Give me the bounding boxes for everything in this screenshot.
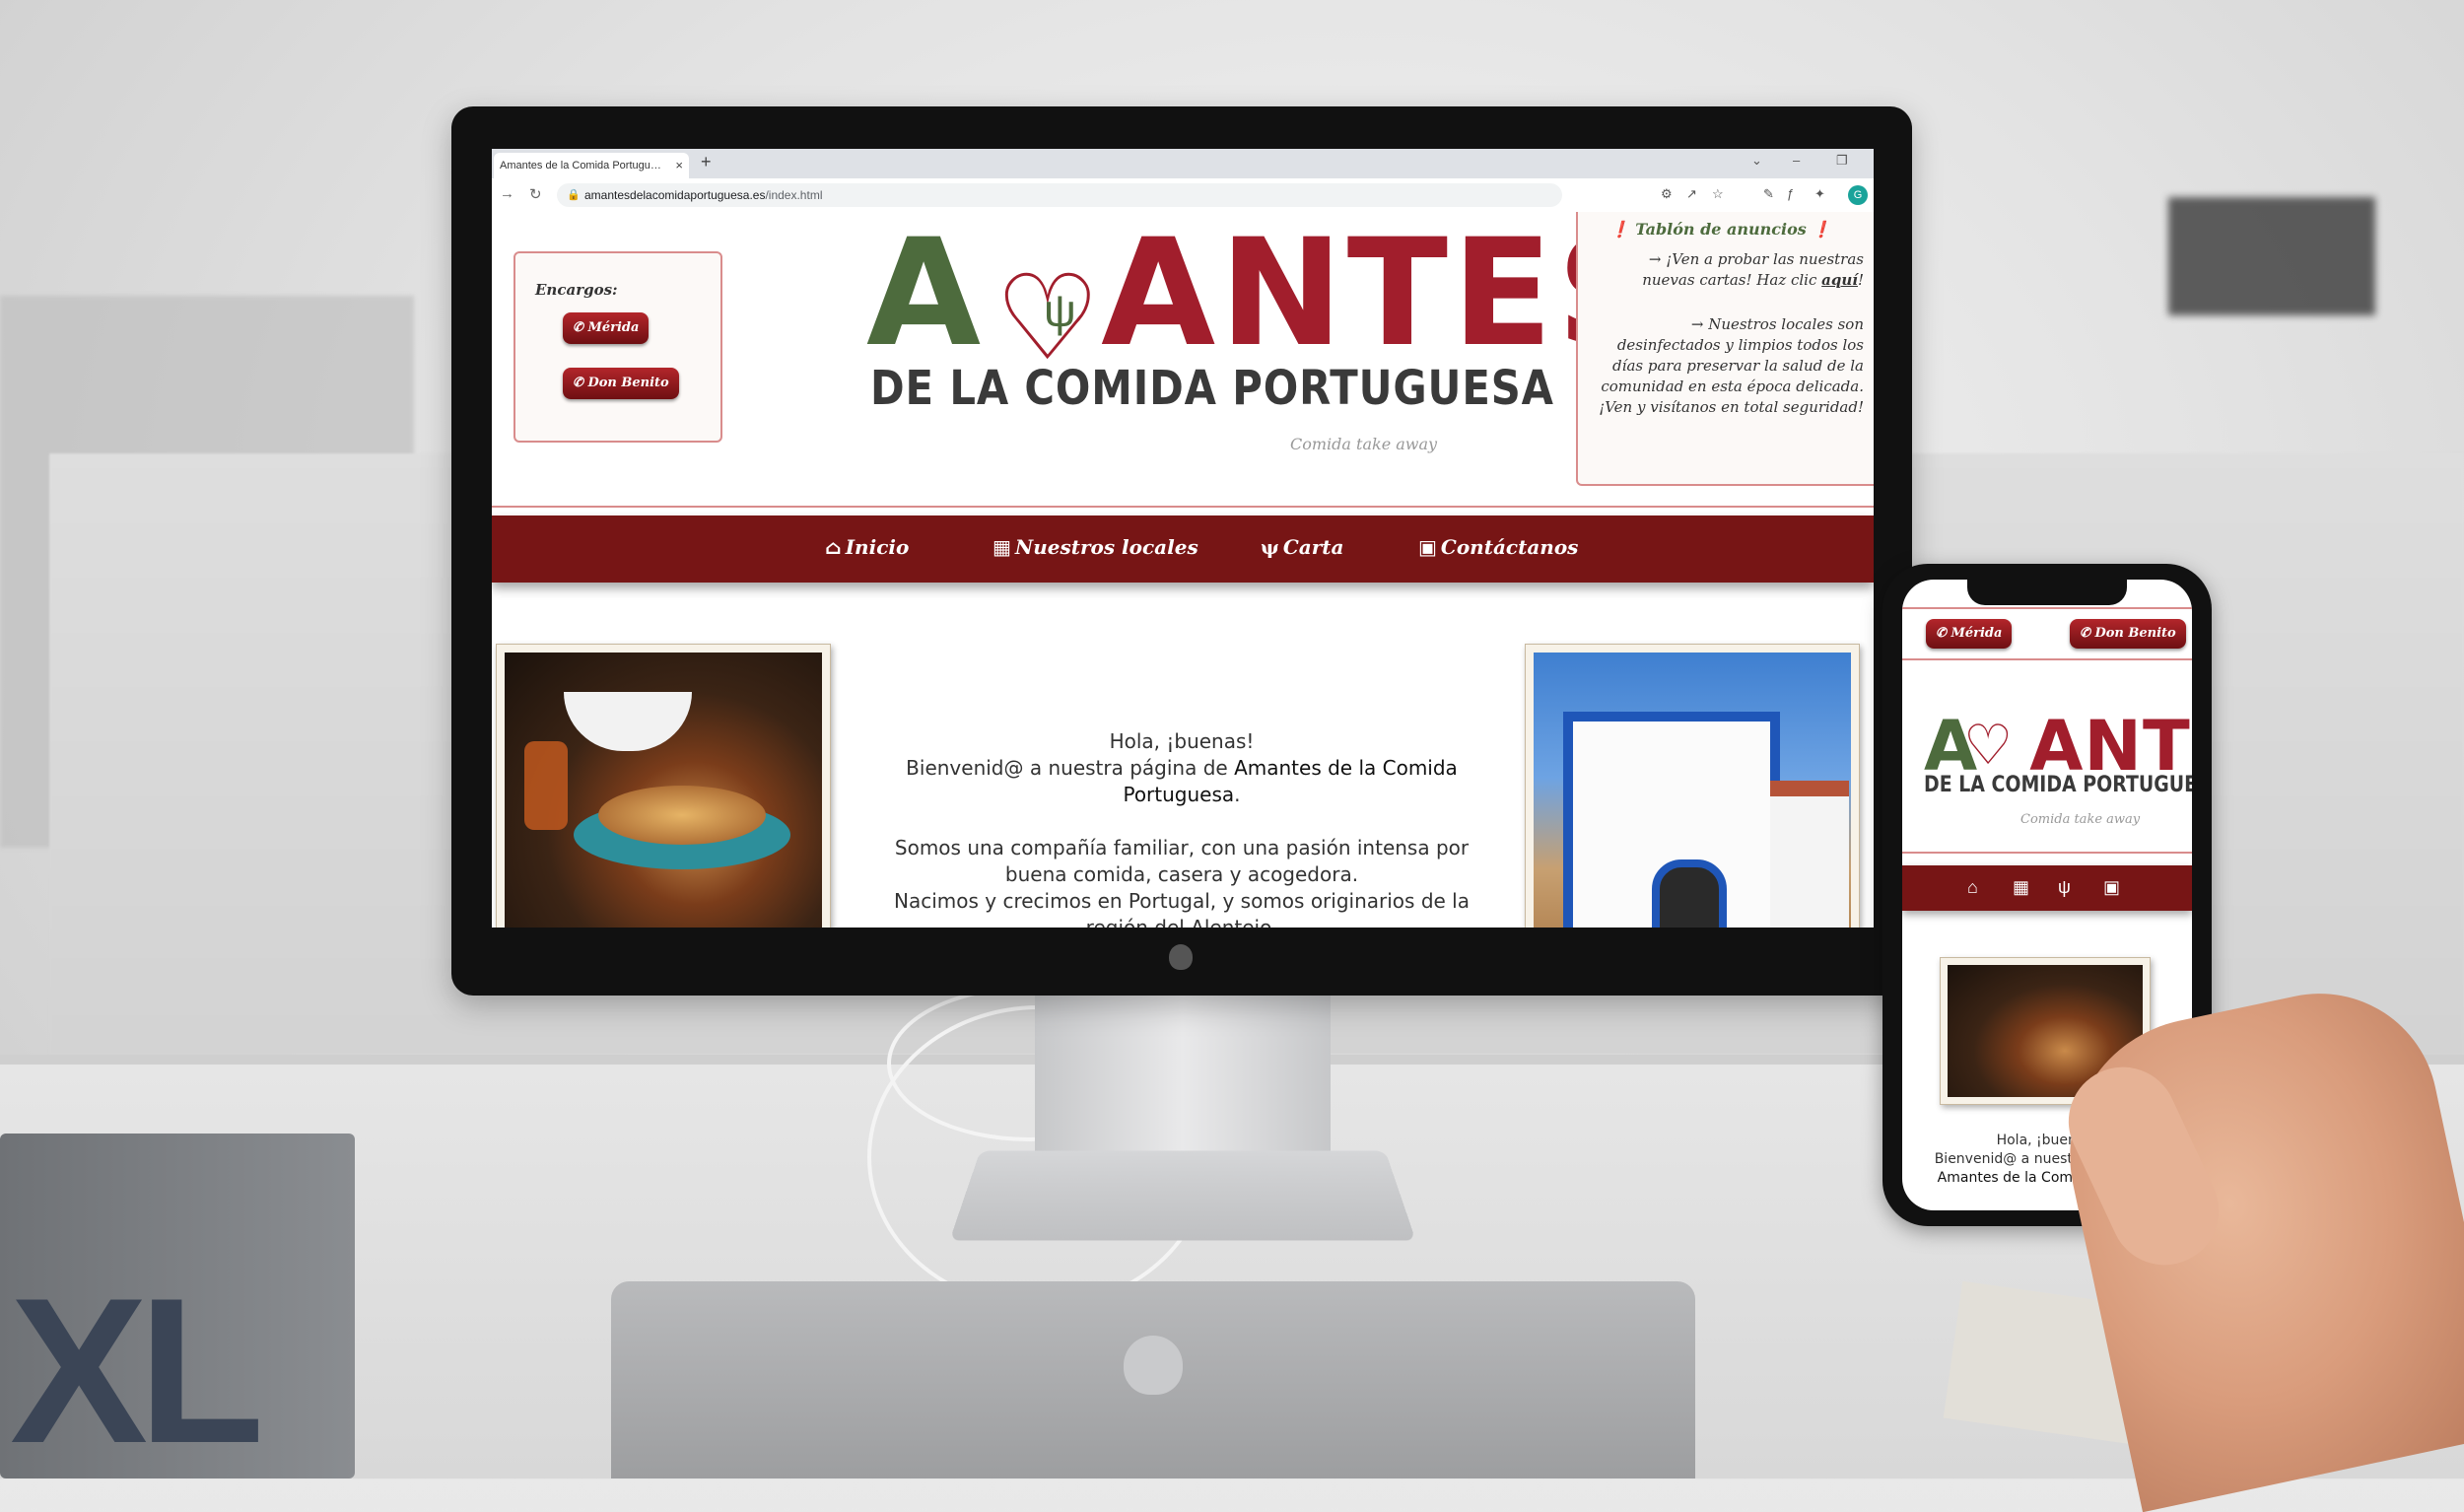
extensions-icon[interactable]: ✦	[1814, 186, 1825, 202]
home-icon[interactable]: ⌂	[1967, 877, 1978, 898]
utensils-icon: ψ	[1261, 535, 1279, 559]
phone-call-don-benito-button[interactable]: ✆ Don Benito	[2070, 619, 2186, 649]
background-monitor	[2168, 197, 2375, 315]
store-icon: ▦	[992, 535, 1011, 559]
welcome-paragraph: Nacimos y crecimos en Portugal, y somos …	[886, 888, 1477, 928]
button-label: Mérida	[587, 320, 639, 335]
fork-icon: ψ	[1044, 284, 1076, 337]
logo-subtitle: DE LA COMIDA PORTUGUESA	[870, 361, 1554, 416]
notice-board-title: ❗ Tablón de anuncios ❗	[1578, 220, 1864, 239]
logo-title: A ANTES	[866, 220, 1668, 368]
nav-inicio[interactable]: ⌂ Inicio	[825, 535, 909, 559]
bookmark-star-icon[interactable]: ☆	[1712, 186, 1724, 202]
font-icon[interactable]: ƒ	[1787, 186, 1794, 201]
lock-icon: 🔒	[567, 183, 581, 207]
main-nav: ⌂ Inicio ▦ Nuestros locales ψ Carta ▣ Contác…	[492, 515, 1874, 583]
food-photo	[496, 644, 831, 928]
alert-icon: ❗	[1812, 220, 1831, 239]
here-link[interactable]: aquí	[1821, 271, 1858, 289]
minimize-icon[interactable]: –	[1793, 153, 1800, 168]
eyedropper-icon[interactable]: ✎	[1763, 186, 1774, 202]
header-divider	[492, 506, 1874, 508]
url-path: /index.html	[765, 188, 822, 202]
url-field[interactable]: 🔒 amantesdelacomidaportuguesa.es/index.h…	[557, 183, 1562, 207]
monitor-foot	[949, 1151, 1415, 1241]
store-icon[interactable]: ▦	[2013, 877, 2029, 898]
phone-call-merida-button[interactable]: ✆ Mérida	[1926, 619, 2012, 649]
contact-book-icon[interactable]: ▣	[2103, 877, 2120, 898]
profile-avatar[interactable]: G	[1848, 185, 1868, 205]
chevron-down-icon[interactable]: ⌄	[1751, 153, 1762, 169]
utensils-icon[interactable]: ψ	[2058, 877, 2071, 898]
phone-icon: ✆	[573, 376, 583, 390]
share-icon[interactable]: ↗	[1686, 186, 1697, 202]
new-tab-button[interactable]: +	[701, 152, 712, 172]
nav-nuestros-locales[interactable]: ▦ Nuestros locales	[992, 535, 1198, 559]
phone-nav: ⌂ ▦ ψ ▣	[1902, 865, 2192, 911]
call-don-benito-button[interactable]: ✆ Don Benito	[563, 368, 679, 399]
welcome-paragraph: Somos una compañía familiar, con una pas…	[886, 835, 1477, 888]
welcome-greeting: Hola, ¡buenas!	[886, 728, 1477, 755]
monitor-stand	[1035, 996, 1331, 1163]
site-logo[interactable]: A ANTES ♡ ψ DE LA COMIDA PORTUGUESA Comid…	[866, 220, 1458, 456]
heart-icon: ♡	[1963, 718, 2013, 773]
restore-icon[interactable]: ❐	[1836, 153, 1848, 169]
phone-icon: ✆	[2080, 626, 2090, 641]
orders-title: Encargos:	[535, 281, 618, 299]
apple-logo-icon	[1124, 1336, 1183, 1395]
notice-1: → ¡Ven a probar las nuestras nuevas cart…	[1598, 249, 1864, 291]
button-label: Don Benito	[587, 376, 668, 390]
browser-tab[interactable]: Amantes de la Comida Portugu… ×	[494, 153, 689, 178]
food-image	[505, 653, 822, 928]
nav-contactanos[interactable]: ▣ Contáctanos	[1418, 535, 1578, 559]
church-image	[1534, 653, 1851, 928]
home-icon: ⌂	[825, 535, 842, 559]
church-photo	[1525, 644, 1860, 928]
forward-icon[interactable]: →	[500, 185, 514, 202]
apple-logo-icon	[1169, 944, 1193, 970]
logo-tagline: Comida take away	[1290, 435, 1437, 453]
phone-logo-tagline: Comida take away	[2020, 812, 2140, 827]
monitor-screen: Amantes de la Comida Portugu… × + ⌄ – ❐ …	[492, 149, 1874, 928]
welcome-text: Hola, ¡buenas! Bienvenid@ a nuestra pági…	[886, 728, 1477, 928]
contact-book-icon: ▣	[1418, 535, 1437, 559]
url-domain: amantesdelacomidaportuguesa.es	[584, 188, 765, 202]
reload-icon[interactable]: ↻	[529, 185, 542, 203]
website: Encargos: ✆ Mérida ✆ Don Benito A ANTES ♡…	[492, 212, 1874, 928]
translate-icon[interactable]: ⚙	[1661, 186, 1673, 202]
phone-icon: ✆	[573, 320, 583, 335]
call-merida-button[interactable]: ✆ Mérida	[563, 312, 649, 344]
orders-box: Encargos: ✆ Mérida ✆ Don Benito	[513, 251, 722, 443]
close-tab-icon[interactable]: ×	[675, 153, 683, 178]
phone-logo-subtitle: DE LA COMIDA PORTUGUESA	[1924, 773, 2192, 797]
alert-icon: ❗	[1610, 220, 1630, 239]
tab-title: Amantes de la Comida Portugu…	[500, 160, 661, 172]
book-title: XL	[10, 1252, 254, 1490]
nav-carta[interactable]: ψ Carta	[1261, 535, 1343, 559]
phone-notch	[1967, 578, 2127, 605]
welcome-line: Bienvenid@ a nuestra página de Amantes d…	[886, 755, 1477, 808]
browser-tabbar: Amantes de la Comida Portugu… × + ⌄ – ❐	[492, 149, 1874, 178]
notice-board: ❗ Tablón de anuncios ❗ → ¡Ven a probar l…	[1576, 212, 1874, 486]
notice-2: → Nuestros locales son desinfectados y l…	[1598, 314, 1864, 418]
phone-icon: ✆	[1936, 626, 1947, 641]
